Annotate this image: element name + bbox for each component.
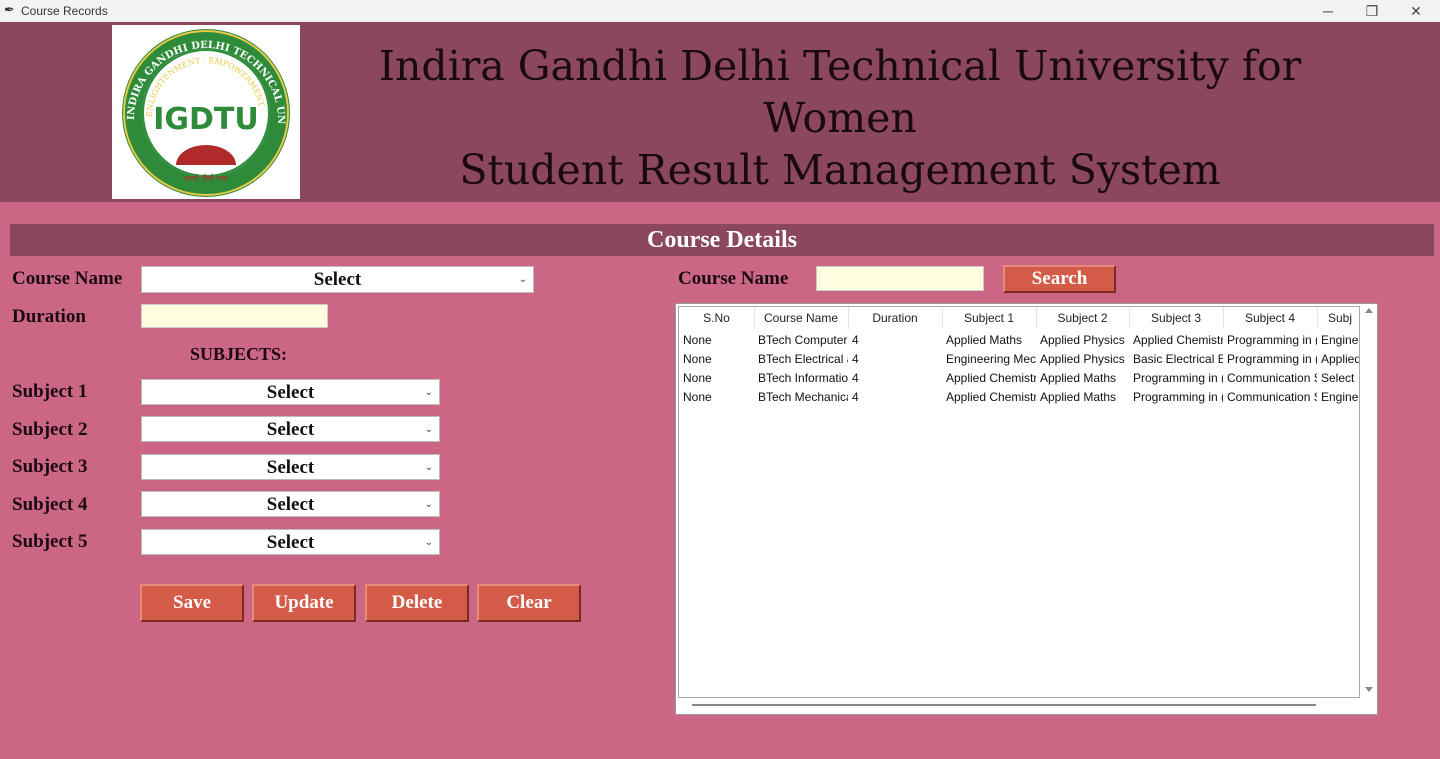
table-cell: Applied Maths — [946, 333, 1023, 347]
subject-4-value: Select — [266, 494, 315, 515]
save-button[interactable]: Save — [140, 584, 244, 622]
university-logo: INDIRA GANDHI DELHI TECHNICAL UNIVERSITY… — [112, 25, 300, 199]
table-cell: Applied Chemistr — [946, 371, 1036, 385]
table-cell: Engineering Mecl — [946, 352, 1036, 366]
column-header-subject-4[interactable]: Subject 4 — [1223, 307, 1318, 329]
system-name: Student Result Management System — [459, 146, 1221, 194]
column-header-sno[interactable]: S.No — [679, 307, 755, 329]
column-header-subject-3[interactable]: Subject 3 — [1129, 307, 1224, 329]
subject-2-value: Select — [266, 419, 315, 440]
table-cell: Programming in ( — [1227, 352, 1317, 366]
search-button[interactable]: Search — [1003, 265, 1116, 293]
chevron-down-icon: ⌄ — [424, 424, 433, 435]
table-cell: 4 — [852, 333, 859, 347]
table-cell: None — [683, 371, 712, 385]
table-cell: Applied Maths — [1040, 371, 1117, 385]
table-cell: Applied Maths — [1040, 390, 1117, 404]
duration-label: Duration — [12, 306, 86, 327]
subject-1-label: Subject 1 — [12, 381, 88, 402]
column-header-subject-2[interactable]: Subject 2 — [1036, 307, 1130, 329]
subject-1-dropdown[interactable]: Select ⌄ — [141, 379, 440, 405]
table-cell: Engineer — [1321, 333, 1359, 347]
subject-5-label: Subject 5 — [12, 531, 88, 552]
subject-1-value: Select — [266, 382, 315, 403]
table-cell: None — [683, 352, 712, 366]
column-header-subject-1[interactable]: Subject 1 — [942, 307, 1037, 329]
column-header-subject-5[interactable]: Subj — [1317, 307, 1359, 329]
course-name-value: Select — [313, 269, 362, 290]
update-button[interactable]: Update — [252, 584, 356, 622]
subject-4-label: Subject 4 — [12, 494, 88, 515]
clear-button[interactable]: Clear — [477, 584, 581, 622]
horizontal-scrollbar[interactable] — [678, 698, 1360, 712]
table-cell: Applied Chemistr — [1133, 333, 1223, 347]
chevron-down-icon: ⌄ — [424, 499, 433, 510]
subject-5-dropdown[interactable]: Select ⌄ — [141, 529, 440, 555]
window-title: Course Records — [21, 4, 108, 18]
table-cell: Applied — [1321, 352, 1360, 366]
window-titlebar: ✒ Course Records ─ ❐ ✕ — [0, 0, 1440, 23]
table-cell: BTech Computer — [758, 333, 848, 347]
chevron-down-icon: ⌄ — [424, 462, 433, 473]
vertical-scrollbar[interactable] — [1361, 304, 1377, 696]
chevron-down-icon: ⌄ — [424, 387, 433, 398]
section-title: Course Details — [10, 224, 1434, 256]
subject-3-dropdown[interactable]: Select ⌄ — [141, 454, 440, 480]
course-name-label: Course Name — [12, 268, 123, 289]
svg-text:आपो दीपो भवः: आपो दीपो भवः — [184, 173, 229, 183]
svg-text:IGDTU: IGDTU — [153, 102, 259, 137]
table-cell: 4 — [852, 390, 859, 404]
course-name-dropdown[interactable]: Select ⌄ — [141, 266, 534, 293]
chevron-down-icon: ⌄ — [518, 274, 527, 285]
table-cell: Applied Physics — [1040, 352, 1125, 366]
feather-icon: ✒ — [4, 2, 15, 17]
search-input[interactable] — [816, 266, 984, 291]
table-cell: Basic Electrical En — [1133, 352, 1223, 366]
table-cell: Programming in ( — [1227, 333, 1317, 347]
table-cell: 4 — [852, 371, 859, 385]
subject-5-value: Select — [266, 532, 315, 553]
course-table-view[interactable]: S.No Course Name Duration Subject 1 Subj… — [678, 306, 1360, 698]
subject-2-label: Subject 2 — [12, 419, 88, 440]
subject-3-value: Select — [266, 457, 315, 478]
table-cell: Programming in ( — [1133, 390, 1223, 404]
chevron-down-icon: ⌄ — [424, 537, 433, 548]
table-cell: None — [683, 333, 712, 347]
column-header-course-name[interactable]: Course Name — [754, 307, 849, 329]
table-cell: Programming in ( — [1133, 371, 1223, 385]
table-cell: Select — [1321, 371, 1355, 385]
table-cell: Applied Physics — [1040, 333, 1125, 347]
page-title: Indira Gandhi Delhi Technical University… — [320, 40, 1360, 196]
table-cell: Engineer — [1321, 390, 1359, 404]
table-cell: Communication S — [1227, 371, 1317, 385]
table-cell: 4 — [852, 352, 859, 366]
duration-field[interactable] — [141, 304, 328, 328]
close-icon[interactable]: ✕ — [1396, 1, 1436, 21]
subject-3-label: Subject 3 — [12, 456, 88, 477]
table-cell: None — [683, 390, 712, 404]
course-table: S.No Course Name Duration Subject 1 Subj… — [675, 303, 1378, 715]
search-course-name-label: Course Name — [678, 268, 789, 289]
delete-button[interactable]: Delete — [365, 584, 469, 622]
subject-4-dropdown[interactable]: Select ⌄ — [141, 491, 440, 517]
subject-2-dropdown[interactable]: Select ⌄ — [141, 416, 440, 442]
table-cell: BTech Electrical a — [758, 352, 848, 366]
university-name: Indira Gandhi Delhi Technical University… — [378, 42, 1302, 142]
table-cell: BTech Informatio — [758, 371, 848, 385]
column-header-duration[interactable]: Duration — [848, 307, 943, 329]
minimize-icon[interactable]: ─ — [1308, 1, 1348, 21]
table-cell: BTech Mechanica — [758, 390, 848, 404]
subjects-heading: SUBJECTS: — [190, 344, 288, 364]
table-cell: Applied Chemistr — [946, 390, 1036, 404]
table-cell: Communication S — [1227, 390, 1317, 404]
restore-icon[interactable]: ❐ — [1352, 1, 1392, 21]
